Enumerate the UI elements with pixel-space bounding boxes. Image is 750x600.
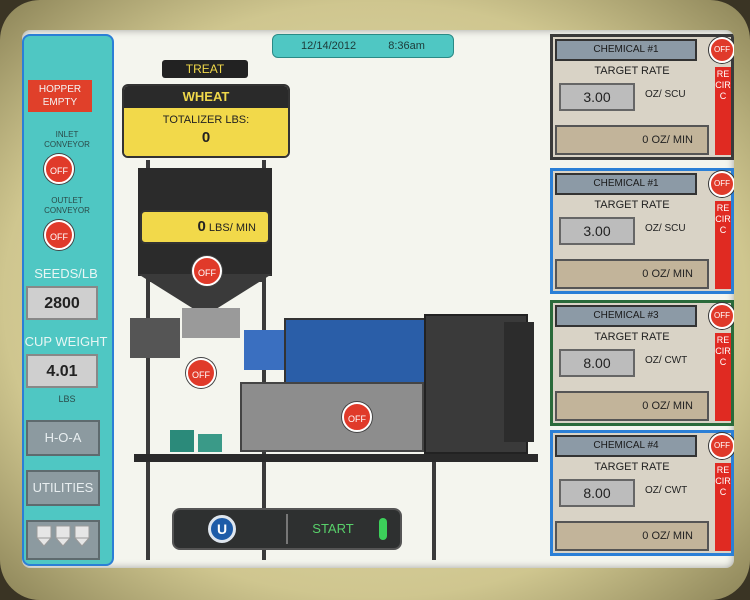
left-control-panel: HOPPER EMPTY INLET CONVEYOR OFF OUTLET C… [22, 34, 114, 566]
flow-rate-display: 0 LBS/ MIN [140, 210, 270, 244]
rate-unit: OZ/ CWT [645, 355, 688, 366]
hoa-button[interactable]: H-O-A [26, 420, 100, 456]
chemical-off-button[interactable]: OFF [709, 433, 734, 459]
recirc-button[interactable]: RECIRC [715, 333, 731, 421]
outlet-conveyor-off-button[interactable]: OFF [44, 220, 74, 250]
hopper-status-badge: HOPPER EMPTY [28, 80, 92, 112]
totalizer-box: TOTALIZER LBS: 0 [124, 108, 288, 156]
chemical-off-button[interactable]: OFF [709, 171, 734, 197]
totalizer-value: 0 [201, 129, 211, 146]
start-indicator [379, 518, 387, 540]
chemical-flow-display: 0 OZ/ MIN [555, 521, 709, 551]
feeder-unit [130, 318, 180, 358]
rate-unit: OZ/ SCU [645, 223, 686, 234]
u-logo-icon[interactable]: U [208, 515, 236, 543]
target-rate-label: TARGET RATE [594, 199, 670, 211]
cup-weight-unit: LBS [58, 394, 76, 404]
chemical-off-button[interactable]: OFF [709, 303, 734, 329]
rate-unit: OZ/ SCU [645, 89, 686, 100]
cup-weight-label: CUP WEIGHT [24, 334, 108, 349]
pump-motor [170, 430, 194, 452]
chemical-panel-2: CHEMICAL #1 OFF TARGET RATE 3.00 OZ/ SCU… [550, 168, 734, 294]
chemical-flow-display: 0 OZ/ MIN [555, 259, 709, 289]
date-text: 12/14/2012 [301, 40, 357, 52]
recirc-button[interactable]: RECIRC [715, 67, 731, 155]
time-text: 8:36am [388, 40, 425, 52]
target-rate-label: TARGET RATE [594, 331, 670, 343]
base-rail [134, 454, 538, 462]
target-rate-field[interactable]: 3.00 [559, 83, 635, 111]
chemical-name[interactable]: CHEMICAL #1 [555, 173, 697, 195]
crop-name: WHEAT [124, 86, 288, 108]
inlet-conveyor-off-button[interactable]: OFF [44, 154, 74, 184]
inlet-conveyor-label: INLET CONVEYOR [44, 130, 90, 149]
auger-off-button[interactable]: OFF [186, 358, 216, 388]
recirc-button[interactable]: RECIRC [715, 201, 731, 289]
cabinet-door [504, 322, 534, 442]
rate-unit: OZ/ CWT [645, 485, 688, 496]
flow-rate-value: 0 [197, 218, 206, 235]
target-rate-field[interactable]: 8.00 [559, 349, 635, 377]
totalizer-label: TOTALIZER LBS: [162, 114, 250, 126]
metering-chute [182, 308, 240, 338]
hopper-gate-off-button[interactable]: OFF [192, 256, 222, 286]
recirc-button[interactable]: RECIRC [715, 463, 731, 551]
target-rate-field[interactable]: 3.00 [559, 217, 635, 245]
pump-motor [198, 434, 222, 452]
chemical-off-button[interactable]: OFF [709, 37, 734, 63]
hmi-screen: 12/14/2012 8:36am HOPPER EMPTY INLET CON… [22, 30, 734, 568]
chemical-name[interactable]: CHEMICAL #1 [555, 39, 697, 61]
cup-weight-field[interactable]: 4.01 [26, 354, 98, 388]
treat-label: TREAT [162, 60, 248, 78]
datetime-display: 12/14/2012 8:36am [272, 34, 454, 58]
chemical-flow-display: 0 OZ/ MIN [555, 391, 709, 421]
frame-leg [432, 454, 436, 560]
chemical-panel-4: CHEMICAL #4 OFF TARGET RATE 8.00 OZ/ CWT… [550, 430, 734, 556]
chemical-panel-3: CHEMICAL #3 OFF TARGET RATE 8.00 OZ/ CWT… [550, 300, 734, 426]
crop-display[interactable]: WHEAT TOTALIZER LBS: 0 [122, 84, 290, 158]
utilities-button[interactable]: UTILITIES [26, 470, 100, 506]
bins-button[interactable] [26, 520, 100, 560]
chemical-flow-display: 0 OZ/ MIN [555, 125, 709, 155]
outlet-conveyor-label: OUTLET CONVEYOR [44, 196, 90, 215]
seeds-per-lb-label: SEEDS/LB [34, 266, 98, 281]
treating-chamber [284, 318, 428, 388]
chemical-name[interactable]: CHEMICAL #3 [555, 305, 697, 327]
divider [286, 514, 288, 544]
start-bar: U START [172, 508, 402, 550]
flow-rate-unit: LBS/ MIN [208, 222, 256, 234]
chemical-panel-1: CHEMICAL #1 OFF TARGET RATE 3.00 OZ/ SCU… [550, 34, 734, 160]
seed-bins-icon [35, 525, 91, 547]
seeds-per-lb-field[interactable]: 2800 [26, 286, 98, 320]
target-rate-label: TARGET RATE [594, 461, 670, 473]
start-button[interactable]: START [298, 510, 368, 548]
target-rate-field[interactable]: 8.00 [559, 479, 635, 507]
target-rate-label: TARGET RATE [594, 65, 670, 77]
chemical-name[interactable]: CHEMICAL #4 [555, 435, 697, 457]
drum-off-button[interactable]: OFF [342, 402, 372, 432]
mixing-drum [240, 382, 424, 452]
